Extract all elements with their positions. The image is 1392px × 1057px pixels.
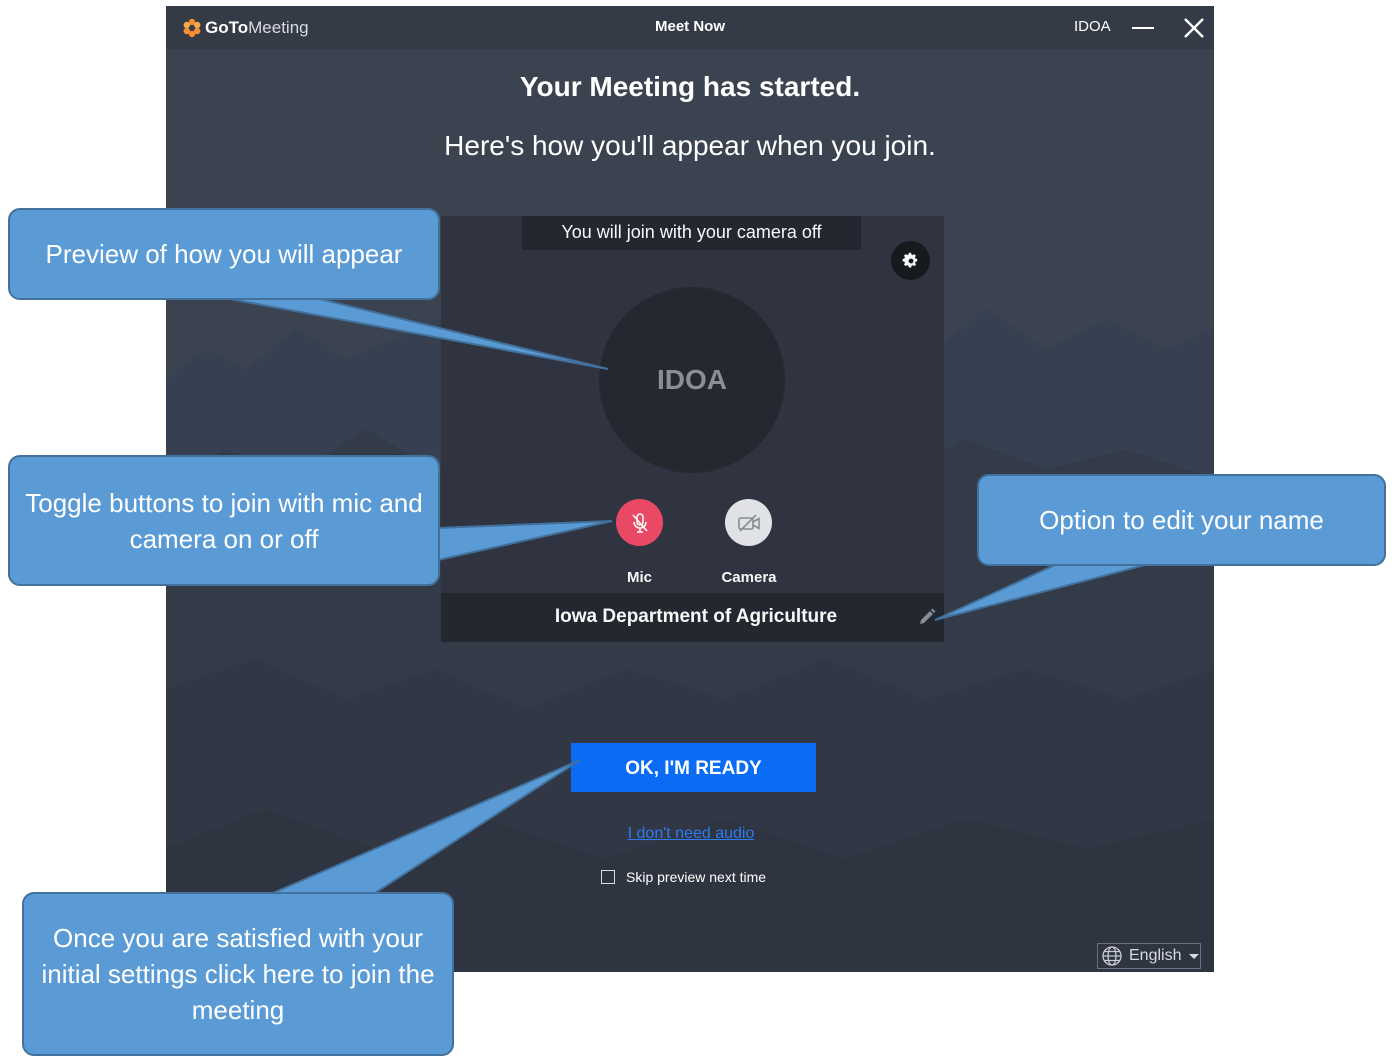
settings-button[interactable]: [891, 241, 930, 280]
display-name: Iowa Department of Agriculture: [554, 606, 838, 627]
gear-icon: [902, 252, 917, 267]
minimize-icon[interactable]: [1132, 27, 1154, 29]
window-title: Meet Now: [654, 18, 725, 35]
video-preview: You will join with your camera off IDOA …: [441, 216, 944, 642]
close-icon[interactable]: [1182, 16, 1206, 40]
language-select[interactable]: English: [1097, 943, 1201, 969]
skip-preview-option[interactable]: Skip preview next time: [601, 867, 766, 887]
mic-label: Mic: [626, 569, 652, 586]
display-name-bar: Iowa Department of Agriculture: [441, 593, 944, 642]
callout-toggle-buttons: Toggle buttons to join with mic and came…: [8, 455, 440, 586]
globe-icon: [1102, 946, 1122, 966]
mic-toggle-button[interactable]: [616, 499, 663, 546]
camera-status-note: You will join with your camera off: [522, 216, 861, 250]
title-bar: GoTo Meeting Meet Now IDOA: [166, 6, 1214, 49]
skip-preview-checkbox[interactable]: [601, 870, 615, 884]
user-name[interactable]: IDOA: [1074, 18, 1111, 35]
pencil-icon[interactable]: [917, 607, 937, 627]
skip-preview-label: Skip preview next time: [626, 869, 767, 885]
no-audio-link[interactable]: I don't need audio: [166, 825, 1214, 843]
callout-join-meeting: Once you are satisfied with your initial…: [22, 892, 454, 1056]
page-title: Your Meeting has started.: [519, 71, 861, 102]
camera-toggle-button[interactable]: [725, 499, 772, 546]
mic-off-icon: [631, 512, 648, 533]
chevron-down-icon: [1189, 953, 1200, 959]
avatar: IDOA: [599, 287, 785, 473]
callout-edit-name: Option to edit your name: [977, 474, 1386, 566]
language-label: English: [1129, 947, 1182, 964]
camera-label: Camera: [721, 569, 777, 586]
ok-ready-button[interactable]: OK, I'M READY: [571, 743, 816, 792]
camera-off-icon: [737, 513, 760, 532]
callout-preview: Preview of how you will appear: [8, 208, 440, 300]
page-subtitle: Here's how you'll appear when you join.: [444, 130, 936, 161]
